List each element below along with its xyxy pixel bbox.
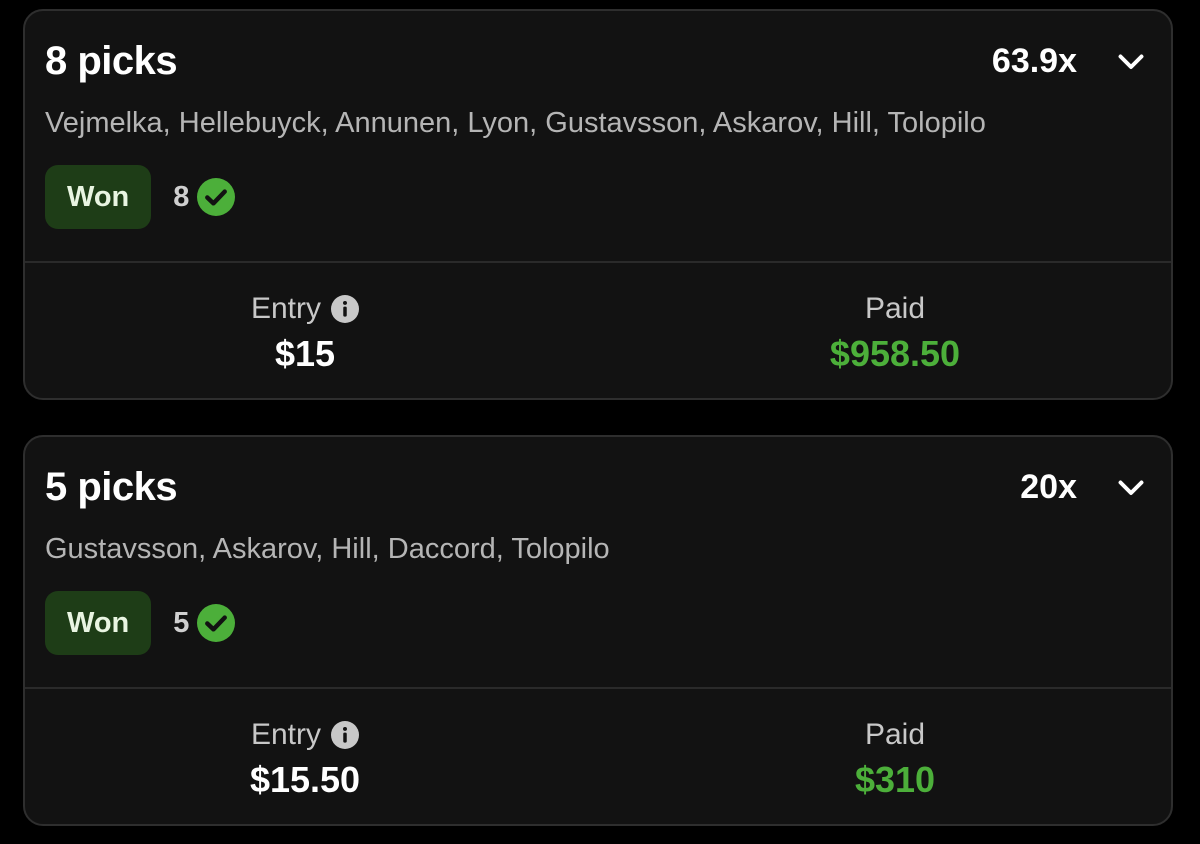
paid-value: $310 (854, 759, 936, 800)
picks-title: 5 picks (45, 465, 178, 509)
paid-amount-section: Paid $958.50 (695, 289, 1095, 377)
status-badge: Won (45, 165, 152, 229)
info-icon[interactable] (331, 295, 360, 323)
chevron-down-icon[interactable] (1113, 469, 1149, 505)
check-circle-icon (197, 178, 236, 216)
entry-label: Entry (250, 718, 322, 751)
entry-amount-section: Entry $15 (105, 289, 505, 377)
entry-card-header: 5 picks 20x Gustavsson, Askarov, Hill, D… (25, 437, 1171, 689)
entry-amount-section: Entry $15.50 (105, 715, 505, 803)
paid-amount-section: Paid $310 (695, 715, 1095, 803)
paid-label: Paid (864, 292, 926, 325)
entry-label-row: Entry (250, 715, 360, 755)
picks-title: 8 picks (45, 39, 178, 83)
payout-multiplier: 63.9x (991, 42, 1077, 80)
check-circle-icon (197, 604, 236, 642)
entry-label: Entry (250, 292, 322, 325)
hits-count: 8 (173, 180, 190, 213)
entry-card-footer: Entry $15 Paid $958.50 (25, 263, 1171, 398)
info-icon[interactable] (331, 721, 360, 749)
payout-multiplier: 20x (1020, 468, 1077, 506)
hits-count: 5 (173, 606, 190, 639)
paid-label: Paid (864, 718, 926, 751)
player-list: Vejmelka, Hellebuyck, Annunen, Lyon, Gus… (45, 107, 986, 139)
entry-card-footer: Entry $15.50 Paid $310 (25, 689, 1171, 824)
entry-card[interactable]: 8 picks 63.9x Vejmelka, Hellebuyck, Annu… (23, 9, 1173, 400)
player-list: Gustavsson, Askarov, Hill, Daccord, Tolo… (45, 533, 610, 565)
entry-value: $15.50 (249, 759, 361, 800)
chevron-down-icon[interactable] (1113, 43, 1149, 79)
entry-card[interactable]: 5 picks 20x Gustavsson, Askarov, Hill, D… (23, 435, 1173, 826)
entry-card-header: 8 picks 63.9x Vejmelka, Hellebuyck, Annu… (25, 11, 1171, 263)
status-badge: Won (45, 591, 152, 655)
entry-value: $15 (274, 333, 336, 374)
status-row: Won 5 (45, 591, 236, 655)
paid-value: $958.50 (829, 333, 961, 374)
entry-label-row: Entry (250, 289, 360, 329)
status-row: Won 8 (45, 165, 236, 229)
